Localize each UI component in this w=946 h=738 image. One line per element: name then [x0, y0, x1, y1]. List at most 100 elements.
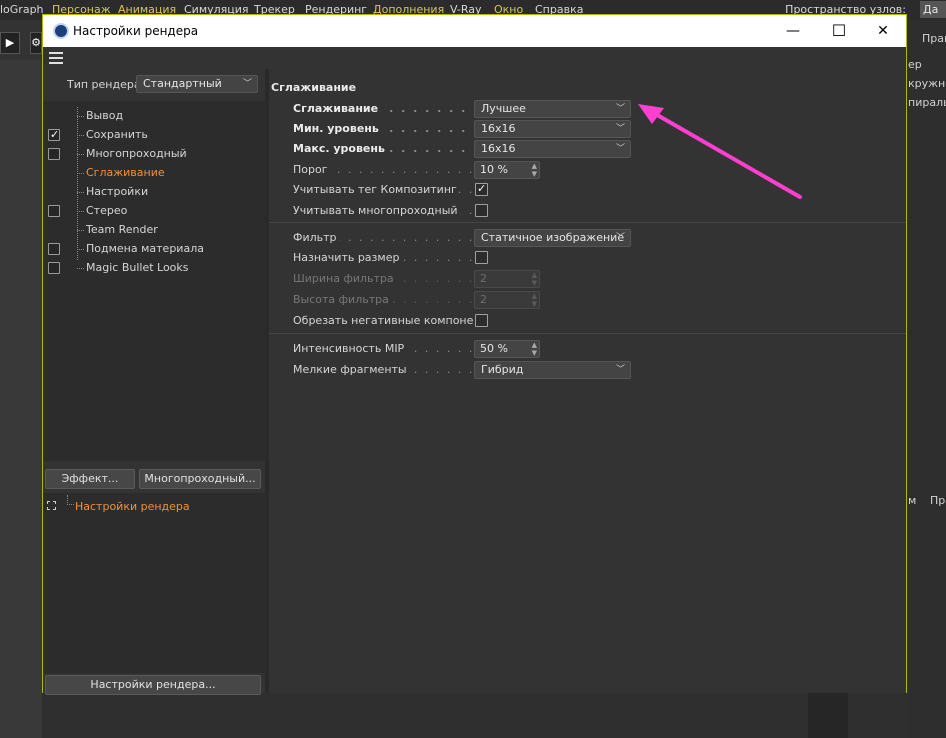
tree-item-stereo[interactable]: Стерео — [43, 202, 265, 221]
tree-item-magic-bullet[interactable]: Magic Bullet Looks — [43, 259, 265, 278]
right-panel-tab[interactable]: Пра — [930, 494, 946, 507]
render-view-button[interactable]: ▶ — [0, 32, 20, 54]
filter-value: Статичное изображение — [481, 231, 625, 244]
tree-item-label: Сохранить — [86, 128, 148, 141]
min-level-dropdown[interactable]: 16x16 ﹀ — [474, 120, 631, 138]
filter-height-value: 2 — [480, 293, 487, 306]
composite-tag-row: . . . . . . . . . . . . . . . . . . . . … — [269, 180, 906, 200]
mip-strength-row: . . . . . . . . . . . . . . . . . . . . … — [269, 339, 906, 359]
material-override-checkbox[interactable] — [48, 243, 60, 255]
dialog-menubar — [43, 47, 906, 69]
filter-row: . . . . . . . . . . . . . . . . . . . . … — [269, 228, 906, 248]
mip-strength-value: 50 % — [480, 342, 508, 355]
section-title: Сглаживание — [271, 81, 357, 94]
dialog-title: Настройки рендера — [73, 24, 199, 38]
menu-item-mograph[interactable]: loGraph — [0, 3, 44, 16]
composite-tag-checkbox[interactable] — [475, 182, 488, 196]
spinner-arrows-icon: ▲ ▼ — [531, 292, 537, 308]
filter-width-input: 2 ▲ ▼ — [474, 270, 540, 288]
spinner-arrows-icon[interactable]: ▲ ▼ — [532, 162, 537, 178]
antialiasing-label: Сглаживание — [293, 102, 381, 115]
tree-item-label: Сглаживание — [86, 166, 165, 179]
antialiasing-row: . . . . . . . . . . . . . . . . . . . . … — [269, 99, 906, 119]
gear-icon: ⚙ — [31, 36, 41, 49]
antialiasing-dropdown[interactable]: Лучшее ﹀ — [474, 100, 631, 118]
chevron-down-icon: ﹀ — [615, 365, 625, 375]
settings-tree: Вывод Сохранить Многопроходный Сглаживан… — [43, 101, 265, 461]
background-right-panel: Прав ер кружно пираль м Пра — [906, 20, 946, 738]
max-level-dropdown[interactable]: 16x16 ﹀ — [474, 140, 631, 158]
micro-fragments-dropdown[interactable]: Гибрид ﹀ — [474, 361, 631, 379]
settings-left-panel: Тип рендера Стандартный ﹀ Вывод Сохранит… — [43, 69, 265, 695]
tree-item-material-override[interactable]: Подмена материала — [43, 240, 265, 259]
render-settings-button[interactable]: Настройки рендера... — [45, 675, 261, 695]
viewport[interactable] — [0, 60, 42, 738]
close-button[interactable]: ✕ — [860, 15, 906, 47]
play-icon: ▶ — [5, 36, 15, 49]
render-setting-icon — [47, 501, 56, 510]
clip-negative-label: Обрезать негативные компоненты — [293, 314, 473, 327]
right-panel-item[interactable]: ер — [908, 58, 922, 71]
min-level-row: . . . . . . . . . . . . . . . . . . . . … — [269, 119, 906, 139]
chevron-down-icon: ﹀ — [615, 233, 625, 243]
antialiasing-value: Лучшее — [481, 102, 526, 115]
micro-fragments-label: Мелкие фрагменты — [293, 363, 409, 376]
tree-item-label: Team Render — [86, 223, 158, 236]
render-preset-item[interactable]: Настройки рендера — [75, 500, 190, 513]
max-level-row: . . . . . . . . . . . . . . . . . . . . … — [269, 139, 906, 159]
threshold-label: Порог — [293, 163, 330, 176]
threshold-input[interactable]: 10 % ▲ ▼ — [474, 161, 540, 179]
right-panel-tab[interactable]: Прав — [922, 32, 946, 45]
consider-multipass-checkbox[interactable] — [475, 204, 488, 217]
node-space-dropdown[interactable]: Да — [920, 1, 946, 18]
background-toolbar: ▶ ⚙ — [0, 20, 42, 60]
hamburger-menu-icon[interactable] — [49, 52, 63, 64]
filter-dropdown[interactable]: Статичное изображение ﹀ — [474, 229, 631, 247]
chevron-down-icon: ﹀ — [615, 104, 625, 114]
filter-width-row: . . . . . . . . . . . . . . . . . . . . … — [269, 269, 906, 289]
magic-bullet-checkbox[interactable] — [48, 262, 60, 274]
filter-height-row: . . . . . . . . . . . . . . . . . . . . … — [269, 290, 906, 310]
clip-negative-row: Обрезать негативные компоненты — [269, 311, 906, 331]
section-divider — [269, 333, 906, 334]
render-settings-button[interactable]: ⚙ — [30, 32, 42, 54]
chevron-down-icon: ﹀ — [242, 79, 252, 89]
tree-item-label: Стерео — [86, 204, 128, 217]
filter-width-value: 2 — [480, 272, 487, 285]
filter-label: Фильтр — [293, 231, 339, 244]
save-checkbox[interactable] — [48, 128, 60, 141]
render-type-dropdown[interactable]: Стандартный ﹀ — [136, 75, 258, 93]
filter-height-input: 2 ▲ ▼ — [474, 291, 540, 309]
render-type-value: Стандартный — [143, 77, 222, 90]
annotation-arrow — [638, 104, 802, 199]
tree-item-team-render[interactable]: Team Render — [43, 221, 265, 240]
right-panel-tab[interactable]: м — [908, 494, 916, 507]
maximize-button[interactable]: ☐ — [816, 15, 862, 47]
custom-size-row: . . . . . . . . . . . . . . . . . . . . … — [269, 248, 906, 268]
clip-negative-checkbox[interactable] — [475, 314, 488, 327]
tree-item-multipass[interactable]: Многопроходный — [43, 145, 265, 164]
tree-item-options[interactable]: Настройки — [43, 183, 265, 202]
dialog-titlebar[interactable]: Настройки рендера — ☐ ✕ — [43, 15, 906, 47]
tree-item-save[interactable]: Сохранить — [43, 126, 265, 145]
custom-size-label: Назначить размер — [293, 251, 402, 264]
right-panel-item[interactable]: пираль — [908, 96, 946, 109]
background-panel-strip — [808, 692, 848, 738]
multipass-checkbox[interactable] — [48, 148, 60, 160]
mip-strength-input[interactable]: 50 % ▲ ▼ — [474, 340, 540, 358]
spinner-arrows-icon[interactable]: ▲ ▼ — [532, 341, 537, 357]
stereo-checkbox[interactable] — [48, 205, 60, 217]
tree-item-output[interactable]: Вывод — [43, 107, 265, 126]
effect-button[interactable]: Эффект... — [45, 469, 135, 489]
tree-item-label: Подмена материала — [86, 242, 204, 255]
multipass-button[interactable]: Многопроходный... — [139, 469, 261, 489]
filter-height-label: Высота фильтра — [293, 293, 391, 306]
chevron-down-icon: ﹀ — [615, 144, 625, 154]
tree-item-antialiasing[interactable]: Сглаживание — [43, 164, 265, 183]
max-level-label: Макс. уровень — [293, 142, 387, 155]
chevron-down-icon: ﹀ — [615, 124, 625, 134]
right-panel-item[interactable]: кружно — [908, 77, 946, 90]
min-level-value: 16x16 — [481, 122, 516, 135]
custom-size-checkbox[interactable] — [475, 251, 488, 264]
minimize-button[interactable]: — — [770, 15, 816, 47]
